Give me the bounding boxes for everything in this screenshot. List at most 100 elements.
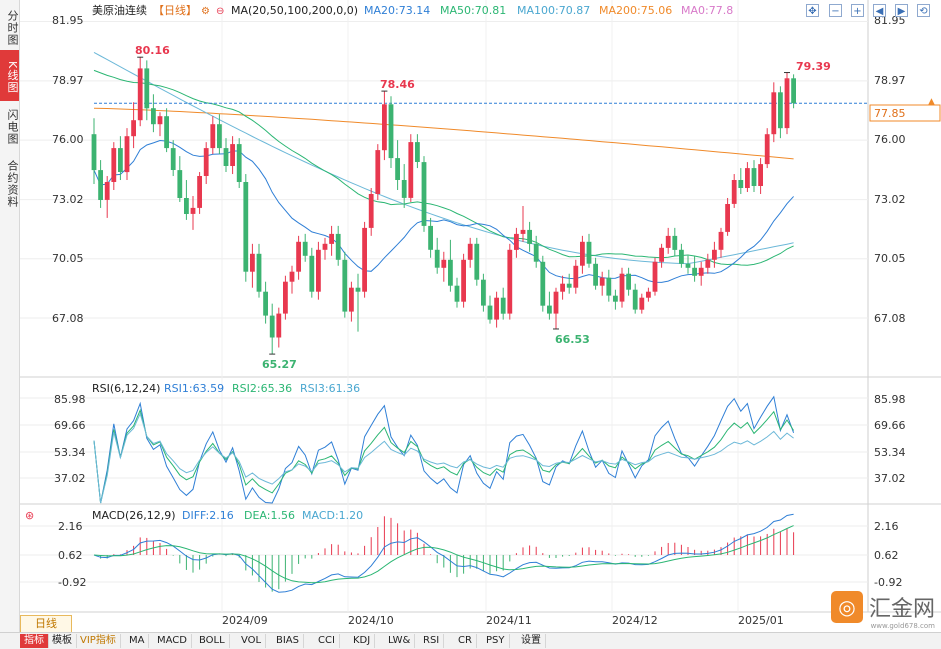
macd-tick-right: 0.62 (874, 549, 899, 562)
candle-body (784, 78, 790, 129)
candle-body (461, 259, 466, 302)
rsi-tick-right: 37.02 (874, 472, 906, 485)
candle-body (599, 277, 605, 286)
toolbar-item[interactable]: MACD (153, 634, 192, 648)
candle-body (474, 243, 480, 280)
candle-body (230, 144, 235, 166)
candle-body (467, 243, 473, 260)
price-tick-left: 73.02 (52, 193, 84, 206)
candle-body (144, 68, 150, 109)
candle-body (778, 92, 783, 129)
candle-body (738, 180, 744, 188)
candle-body (454, 285, 460, 302)
settings-gear-icon[interactable]: ⚙ (201, 6, 210, 17)
toolbar-item[interactable]: 指标 (20, 634, 49, 648)
rsi-tick-left: 85.98 (54, 393, 86, 406)
toolbar-item[interactable]: PSY (482, 634, 510, 648)
macd-label: MACD(26,12,9) (92, 509, 176, 522)
candle-body (626, 273, 631, 290)
macd-macd-value: MACD:1.20 (302, 509, 363, 522)
candle-body (791, 78, 796, 104)
candle-body (421, 162, 427, 226)
annotation-low: 66.53 (555, 333, 590, 346)
logo: ◎ 汇金网 www.gold678.com (830, 590, 935, 630)
chart-canvas[interactable]: 美原油连续 【日线】 ⚙ ⊖ MA(20,50,100,200,0,0) MA2… (0, 0, 941, 632)
toolbar-item[interactable]: RSI (419, 634, 445, 648)
candle-body (566, 283, 572, 288)
candle-body (203, 148, 209, 176)
candle-body (698, 267, 704, 276)
candle-body (659, 247, 664, 262)
candle-body (487, 305, 493, 320)
fold-icon[interactable]: ⊖ (216, 6, 224, 17)
x-label: 2025/01 (738, 614, 784, 627)
rsi-label: RSI(6,12,24) (92, 382, 160, 395)
candle-body (217, 124, 222, 149)
scroll-left-icon[interactable]: ◀ (873, 4, 886, 17)
candle-body (289, 271, 295, 282)
ma20-value: MA20:73.14 (364, 4, 430, 17)
logo-text: 汇金网 (868, 597, 935, 622)
candle-body (263, 291, 268, 316)
annotation-high: 80.16 (135, 44, 170, 57)
ma50-value: MA50:70.81 (440, 4, 506, 17)
toolbar-item[interactable]: MA (125, 634, 150, 648)
toolbar-item[interactable]: VOL (237, 634, 267, 648)
toolbar-item[interactable]: KDJ (349, 634, 376, 648)
toolbar-item[interactable]: BIAS (272, 634, 304, 648)
candle-body (269, 315, 275, 338)
fullscreen-icon[interactable]: ✥ (806, 4, 819, 17)
current-price-label: 77.85 (874, 107, 906, 120)
zoom-out-icon[interactable]: − (829, 4, 842, 17)
candle-body (362, 227, 367, 292)
candle-body (764, 134, 770, 165)
symbol-label: 美原油连续 (92, 3, 147, 17)
toolbar-item[interactable]: CR (454, 634, 477, 648)
toolbar-item[interactable]: BOLL (195, 634, 230, 648)
ma50-line (93, 69, 794, 266)
candle-body (98, 170, 103, 200)
macd-tick-right: -0.92 (874, 576, 902, 589)
candle-body (170, 148, 176, 170)
candle-body (560, 283, 565, 292)
price-tick-left: 81.95 (52, 14, 84, 27)
candle-body (547, 305, 552, 314)
indicator-toolbar: 指标 模板 VIP指标 MA MACD BOLL VOL BIAS CCI KDJ LW& RSI CR… (0, 632, 941, 649)
candle-body (309, 255, 315, 292)
candle-body (157, 116, 163, 125)
toolbar-item[interactable]: 设置 (517, 634, 546, 648)
toolbar-item[interactable]: VIP指标 (76, 634, 121, 648)
candle-body (388, 104, 394, 159)
logo-url: www.gold678.com (870, 622, 935, 630)
x-label: 2024/11 (486, 614, 532, 627)
ma0-value: MA0:77.8 (681, 4, 733, 17)
candle-body (606, 277, 612, 296)
zoom-in-icon[interactable]: + (851, 4, 864, 17)
candle-body (236, 144, 242, 182)
rsi-tick-left: 53.34 (54, 446, 86, 459)
x-label: 2024/12 (612, 614, 658, 627)
candle-body (210, 124, 216, 149)
toolbar-item[interactable]: CCI (314, 634, 340, 648)
rsi-tick-left: 69.66 (54, 419, 86, 432)
period-tab-daily[interactable]: 日线 (20, 615, 72, 633)
candle-body (751, 168, 757, 186)
candle-body (586, 241, 592, 264)
macd-target-icon[interactable]: ⊛ (25, 509, 34, 522)
ma-label: MA(20,50,100,200,0,0) (231, 4, 358, 17)
ma100-line (93, 51, 794, 265)
scroll-right-icon[interactable]: ▶ (895, 4, 908, 17)
toolbar-item[interactable]: LW& (384, 634, 416, 648)
reset-icon[interactable]: ⟲ (917, 4, 930, 17)
candle-body (302, 241, 308, 256)
candle-body (223, 148, 229, 166)
candle-body (375, 150, 381, 194)
candle-body (335, 233, 341, 260)
rsi2-value: RSI2:65.36 (232, 382, 292, 395)
candle-body (758, 164, 763, 186)
toolbar-item[interactable]: 模板 (48, 634, 77, 648)
candle-body (639, 297, 645, 310)
rsi3-line (93, 412, 794, 504)
x-label: 2024/10 (348, 614, 394, 627)
candle-body (731, 180, 737, 204)
